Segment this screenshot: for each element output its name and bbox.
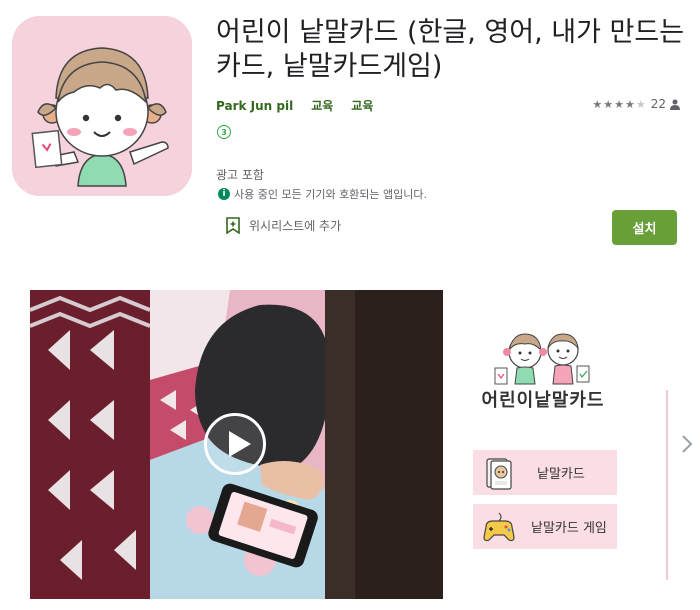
- compatibility-text: 사용 중인 모든 기기와 호환되는 앱입니다.: [234, 188, 428, 201]
- info-icon: i: [218, 188, 230, 200]
- developer-link[interactable]: Park Jun pil: [216, 99, 293, 113]
- word-card-label: 낱말카드: [537, 467, 585, 482]
- word-card-menu-button[interactable]: 낱말카드: [473, 450, 617, 495]
- compatibility-notice: i 사용 중인 모든 기기와 호환되는 앱입니다.: [218, 186, 427, 202]
- app-icon: [12, 16, 192, 196]
- category-link-primary[interactable]: 교육: [311, 97, 333, 114]
- screenshot-divider: [666, 390, 668, 580]
- star-icon: ★: [624, 97, 636, 111]
- word-card-game-label: 낱말카드 게임: [531, 521, 607, 536]
- app-title: 어린이 낱말카드 (한글, 영어, 내가 만드는 카드, 낱말카드게임): [216, 17, 685, 82]
- star-icon: ★: [603, 97, 615, 111]
- meta-row: Park Jun pil 교육 교육: [216, 97, 391, 114]
- word-card-game-menu-button[interactable]: 낱말카드 게임: [473, 504, 617, 549]
- screenshot-brand: 어린이낱말카드: [481, 390, 605, 411]
- rating-count: 22: [650, 97, 666, 111]
- word-card-icon: [486, 457, 512, 490]
- star-empty-icon: ★: [635, 97, 647, 111]
- person-icon: [670, 99, 680, 110]
- next-screenshot-button[interactable]: [679, 431, 695, 457]
- ads-label: 광고 포함: [216, 168, 264, 182]
- screenshot-preview[interactable]: 어린이낱말카드 낱말카드 낱말카드 게임: [453, 290, 668, 599]
- gamepad-icon: [483, 512, 515, 541]
- wishlist-button[interactable]: 위시리스트에 추가: [226, 217, 341, 234]
- star-icon: ★: [614, 97, 625, 111]
- video-preview[interactable]: [30, 290, 443, 599]
- category-link-secondary[interactable]: 교육: [351, 97, 373, 114]
- star-icon: ★: [592, 97, 604, 111]
- bookmark-add-icon: [226, 217, 240, 234]
- content-rating-badge: 3: [217, 125, 231, 139]
- rating[interactable]: ★★★★★ 22: [592, 97, 680, 111]
- rating-stars: ★★★★★: [592, 98, 646, 111]
- child-illustration-icon: [12, 16, 192, 196]
- chevron-right-icon: [682, 435, 693, 453]
- kids-logo-icon: [494, 333, 590, 385]
- wishlist-label: 위시리스트에 추가: [249, 219, 342, 233]
- install-button[interactable]: 설치: [612, 210, 677, 245]
- play-button[interactable]: [204, 413, 266, 475]
